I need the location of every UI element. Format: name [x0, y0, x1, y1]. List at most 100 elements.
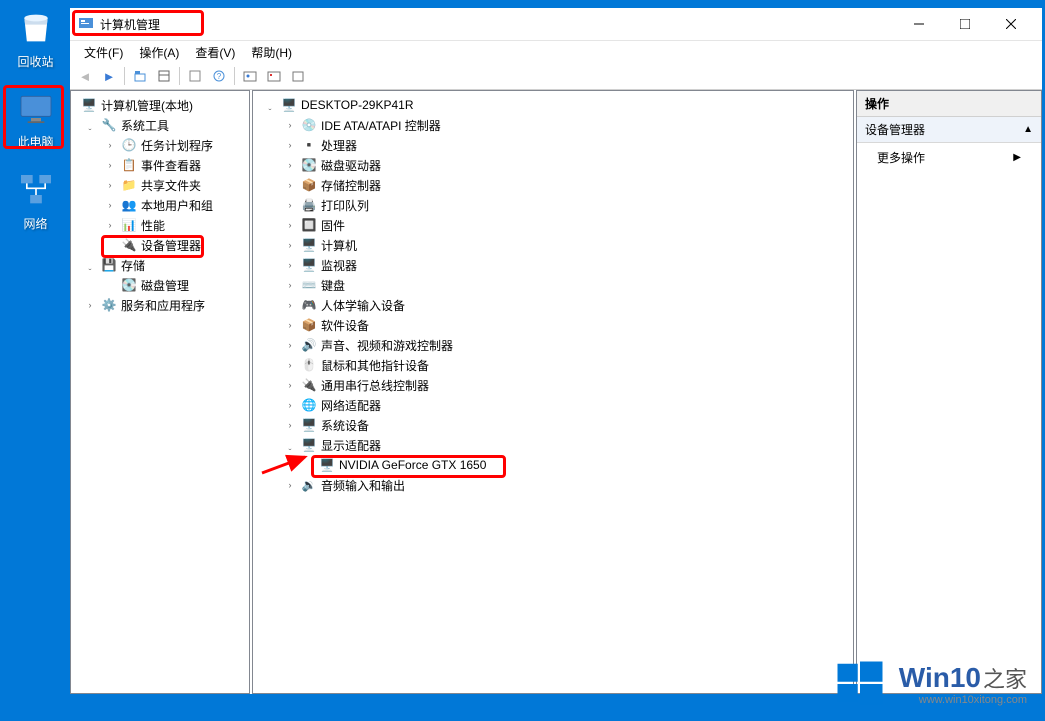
- folder-shared-icon: 📁: [121, 177, 137, 193]
- ide-icon: 💿: [301, 117, 317, 133]
- expand-icon[interactable]: ˬ: [83, 258, 97, 272]
- toolbar: ◄ ► ?: [70, 63, 1042, 90]
- tree-users[interactable]: ›👥本地用户和组: [73, 195, 247, 215]
- dev-storagectl[interactable]: ›📦存储控制器: [255, 175, 851, 195]
- computer-mgmt-icon: 🖥️: [81, 97, 97, 113]
- expand-icon[interactable]: ›: [103, 178, 117, 192]
- gpu-icon: 🖥️: [319, 457, 335, 473]
- keyboard-icon: ⌨️: [301, 277, 317, 293]
- tool-btn-6[interactable]: [263, 65, 285, 87]
- perf-icon: 📊: [121, 217, 137, 233]
- network-label: 网络: [8, 215, 63, 232]
- desktop-icon-network[interactable]: 网络: [8, 170, 63, 232]
- tree-perf[interactable]: ›📊性能: [73, 215, 247, 235]
- computer-management-window: 计算机管理 文件(F) 操作(A) 查看(V) 帮助(H) ◄ ► ? 🖥️计算…: [69, 7, 1043, 695]
- dev-keyboard[interactable]: ›⌨️键盘: [255, 275, 851, 295]
- tree-systools[interactable]: ˬ🔧系统工具: [73, 115, 247, 135]
- tool-btn-3[interactable]: [184, 65, 206, 87]
- cpu-icon: ▪️: [301, 137, 317, 153]
- monitor-icon: 🖥️: [301, 257, 317, 273]
- back-button[interactable]: ◄: [74, 65, 96, 87]
- tools-icon: 🔧: [101, 117, 117, 133]
- mouse-icon: 🖱️: [301, 357, 317, 373]
- forward-button[interactable]: ►: [98, 65, 120, 87]
- expand-icon[interactable]: ›: [103, 158, 117, 172]
- expand-icon[interactable]: ˬ: [83, 118, 97, 132]
- collapse-icon[interactable]: ▲: [1023, 124, 1033, 135]
- dev-hid[interactable]: ›🎮人体学输入设备: [255, 295, 851, 315]
- menu-help[interactable]: 帮助(H): [251, 44, 292, 61]
- maximize-button[interactable]: [942, 8, 988, 41]
- help-button[interactable]: ?: [208, 65, 230, 87]
- system-icon: 🖥️: [301, 417, 317, 433]
- desktop-icon-recycle[interactable]: 回收站: [8, 8, 63, 70]
- display-icon: 🖥️: [301, 437, 317, 453]
- dev-mouse[interactable]: ›🖱️鼠标和其他指针设备: [255, 355, 851, 375]
- storage-icon: 💾: [101, 257, 117, 273]
- tool-btn-2[interactable]: [153, 65, 175, 87]
- expand-icon[interactable]: ›: [83, 298, 97, 312]
- tree-diskmgr[interactable]: 💽磁盘管理: [73, 275, 247, 295]
- dev-ide[interactable]: ›💿IDE ATA/ATAPI 控制器: [255, 115, 851, 135]
- expand-icon[interactable]: ˬ: [263, 98, 277, 112]
- hid-icon: 🎮: [301, 297, 317, 313]
- dev-cpu[interactable]: ›▪️处理器: [255, 135, 851, 155]
- titlebar[interactable]: 计算机管理: [70, 8, 1042, 41]
- computer-icon: 🖥️: [301, 237, 317, 253]
- desktop-icon-thispc[interactable]: 此电脑: [8, 88, 63, 150]
- up-button[interactable]: [129, 65, 151, 87]
- pc-icon: 🖥️: [281, 97, 297, 113]
- close-button[interactable]: [988, 8, 1034, 41]
- sound-icon: 🔊: [301, 337, 317, 353]
- dev-firmware[interactable]: ›🔲固件: [255, 215, 851, 235]
- dev-monitor[interactable]: ›🖥️监视器: [255, 255, 851, 275]
- dev-diskdrv[interactable]: ›💽磁盘驱动器: [255, 155, 851, 175]
- dev-sound[interactable]: ›🔊声音、视频和游戏控制器: [255, 335, 851, 355]
- device-tree-pane[interactable]: ˬ🖥️DESKTOP-29KP41R ›💿IDE ATA/ATAPI 控制器 ›…: [252, 90, 854, 694]
- thispc-label: 此电脑: [8, 133, 63, 150]
- disk-icon: 💽: [121, 277, 137, 293]
- tree-root[interactable]: 🖥️计算机管理(本地): [73, 95, 247, 115]
- menubar: 文件(F) 操作(A) 查看(V) 帮助(H): [70, 41, 1042, 63]
- left-tree-pane[interactable]: 🖥️计算机管理(本地) ˬ🔧系统工具 ›🕒任务计划程序 ›📋事件查看器 ›📁共享…: [70, 90, 250, 694]
- dev-netadapter[interactable]: ›🌐网络适配器: [255, 395, 851, 415]
- services-icon: ⚙️: [101, 297, 117, 313]
- actions-more[interactable]: 更多操作 ▶: [857, 143, 1041, 172]
- dev-gpu[interactable]: 🖥️NVIDIA GeForce GTX 1650: [255, 455, 851, 475]
- network-icon: 🌐: [301, 397, 317, 413]
- tree-services[interactable]: ›⚙️服务和应用程序: [73, 295, 247, 315]
- tree-devmgr[interactable]: 🔌设备管理器: [73, 235, 247, 255]
- dev-computer[interactable]: ˬ🖥️DESKTOP-29KP41R: [255, 95, 851, 115]
- minimize-button[interactable]: [896, 8, 942, 41]
- printer-icon: 🖨️: [301, 197, 317, 213]
- windows-logo-icon: [833, 657, 887, 711]
- actions-category[interactable]: 设备管理器 ▲: [857, 117, 1041, 143]
- tree-task[interactable]: ›🕒任务计划程序: [73, 135, 247, 155]
- clock-icon: 🕒: [121, 137, 137, 153]
- audio-icon: 🔉: [301, 477, 317, 493]
- menu-file[interactable]: 文件(F): [84, 44, 123, 61]
- tool-btn-7[interactable]: [287, 65, 309, 87]
- dev-display[interactable]: ˬ🖥️显示适配器: [255, 435, 851, 455]
- menu-action[interactable]: 操作(A): [139, 44, 179, 61]
- tree-shared[interactable]: ›📁共享文件夹: [73, 175, 247, 195]
- expand-icon[interactable]: ˬ: [283, 438, 297, 452]
- dev-audio[interactable]: ›🔉音频输入和输出: [255, 475, 851, 495]
- dev-usb[interactable]: ›🔌通用串行总线控制器: [255, 375, 851, 395]
- dev-softdev[interactable]: ›📦软件设备: [255, 315, 851, 335]
- tree-storage[interactable]: ˬ💾存储: [73, 255, 247, 275]
- storage-ctl-icon: 📦: [301, 177, 317, 193]
- software-icon: 📦: [301, 317, 317, 333]
- dev-printq[interactable]: ›🖨️打印队列: [255, 195, 851, 215]
- dev-sysdev[interactable]: ›🖥️系统设备: [255, 415, 851, 435]
- event-icon: 📋: [121, 157, 137, 173]
- tool-btn-5[interactable]: [239, 65, 261, 87]
- window-title: 计算机管理: [100, 16, 160, 33]
- dev-computers[interactable]: ›🖥️计算机: [255, 235, 851, 255]
- users-icon: 👥: [121, 197, 137, 213]
- expand-icon[interactable]: ›: [103, 198, 117, 212]
- tree-event[interactable]: ›📋事件查看器: [73, 155, 247, 175]
- expand-icon[interactable]: ›: [103, 218, 117, 232]
- menu-view[interactable]: 查看(V): [195, 44, 235, 61]
- expand-icon[interactable]: ›: [103, 138, 117, 152]
